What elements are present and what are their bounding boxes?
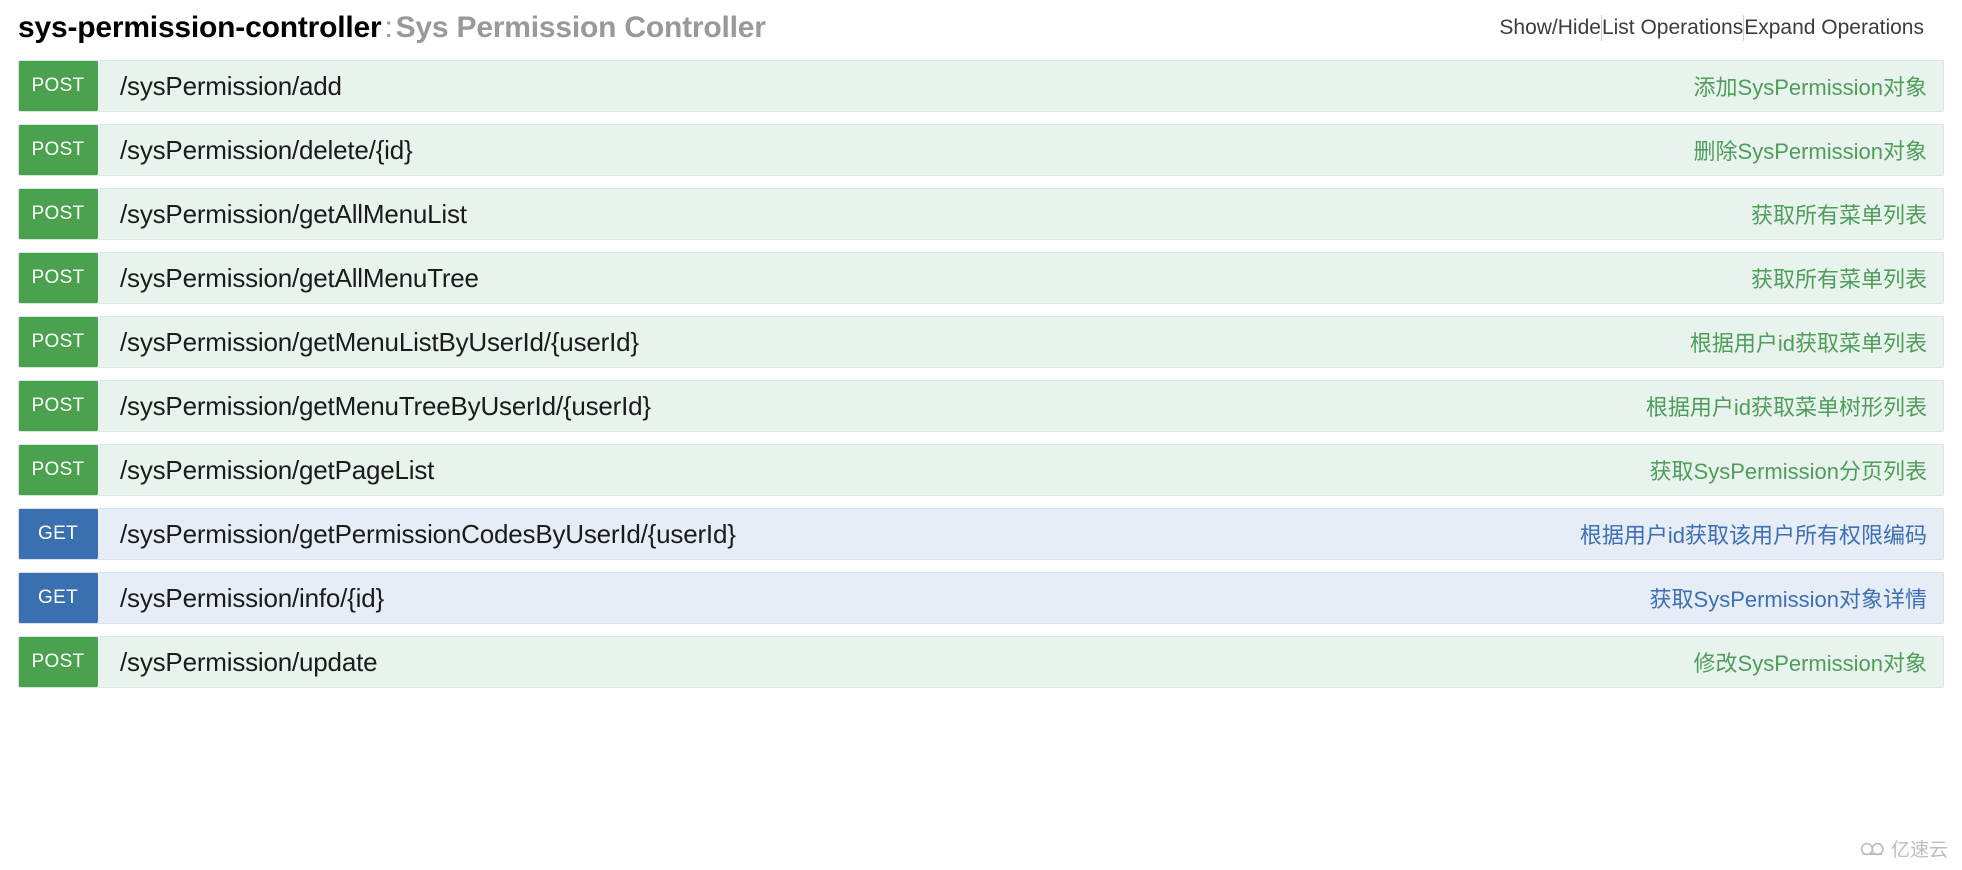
endpoint-row[interactable]: GET /sysPermission/info/{id} 获取SysPermis… (18, 572, 1944, 624)
endpoint-description: 根据用户id获取菜单树形列表 (1646, 381, 1943, 431)
show-hide-link[interactable]: Show/Hide (1499, 16, 1601, 40)
http-method-badge[interactable]: POST (18, 380, 98, 432)
http-method-badge[interactable]: GET (18, 508, 98, 560)
controller-name-link[interactable]: sys-permission-controller (18, 11, 381, 44)
endpoint-path[interactable]: /sysPermission/getAllMenuTree (98, 253, 1751, 303)
endpoint-description: 获取所有菜单列表 (1751, 189, 1943, 239)
endpoint-path[interactable]: /sysPermission/info/{id} (98, 573, 1650, 623)
endpoint-description: 添加SysPermission对象 (1694, 61, 1943, 111)
endpoint-row[interactable]: POST /sysPermission/getPageList 获取SysPer… (18, 444, 1944, 496)
watermark-label: 亿速云 (1891, 835, 1948, 862)
http-method-badge[interactable]: POST (18, 444, 98, 496)
endpoint-description: 根据用户id获取菜单列表 (1690, 317, 1943, 367)
endpoint-row[interactable]: POST /sysPermission/getAllMenuList 获取所有菜… (18, 188, 1944, 240)
endpoint-row[interactable]: POST /sysPermission/update 修改SysPermissi… (18, 636, 1944, 688)
endpoint-path[interactable]: /sysPermission/update (98, 637, 1694, 687)
endpoint-row[interactable]: POST /sysPermission/add 添加SysPermission对… (18, 60, 1944, 112)
watermark: 亿速云 (1860, 835, 1948, 862)
controller-description: Sys Permission Controller (396, 11, 766, 44)
option-list-operations[interactable]: List Operations (1602, 16, 1743, 40)
endpoint-row[interactable]: GET /sysPermission/getPermissionCodesByU… (18, 508, 1944, 560)
endpoint-description: 获取SysPermission分页列表 (1650, 445, 1943, 495)
endpoint-list: POST /sysPermission/add 添加SysPermission对… (0, 60, 1962, 688)
endpoint-row[interactable]: POST /sysPermission/getAllMenuTree 获取所有菜… (18, 252, 1944, 304)
endpoint-path[interactable]: /sysPermission/getPermissionCodesByUserI… (98, 509, 1580, 559)
http-method-badge[interactable]: GET (18, 572, 98, 624)
expand-operations-link[interactable]: Expand Operations (1744, 16, 1924, 40)
cloud-icon (1860, 840, 1886, 857)
endpoint-path[interactable]: /sysPermission/getMenuListByUserId/{user… (98, 317, 1690, 367)
endpoint-row[interactable]: POST /sysPermission/getMenuListByUserId/… (18, 316, 1944, 368)
http-method-badge[interactable]: POST (18, 636, 98, 688)
endpoint-description: 获取SysPermission对象详情 (1650, 573, 1943, 623)
option-expand-operations[interactable]: Expand Operations (1744, 16, 1924, 40)
endpoint-path[interactable]: /sysPermission/add (98, 61, 1694, 111)
endpoint-row[interactable]: POST /sysPermission/delete/{id} 删除SysPer… (18, 124, 1944, 176)
page-title: sys-permission-controller:Sys Permission… (18, 11, 766, 45)
option-show-hide[interactable]: Show/Hide (1499, 16, 1601, 40)
api-resource-sys-permission-controller: sys-permission-controller:Sys Permission… (0, 0, 1962, 688)
endpoint-path[interactable]: /sysPermission/getMenuTreeByUserId/{user… (98, 381, 1646, 431)
resource-options: Show/Hide List Operations Expand Operati… (1499, 15, 1924, 41)
endpoint-description: 获取所有菜单列表 (1751, 253, 1943, 303)
list-operations-link[interactable]: List Operations (1602, 16, 1743, 40)
endpoint-description: 删除SysPermission对象 (1694, 125, 1943, 175)
resource-header: sys-permission-controller:Sys Permission… (0, 0, 1962, 60)
http-method-badge[interactable]: POST (18, 188, 98, 240)
endpoint-path[interactable]: /sysPermission/getPageList (98, 445, 1650, 495)
http-method-badge[interactable]: POST (18, 316, 98, 368)
endpoint-description: 修改SysPermission对象 (1694, 637, 1943, 687)
http-method-badge[interactable]: POST (18, 252, 98, 304)
http-method-badge[interactable]: POST (18, 60, 98, 112)
endpoint-path[interactable]: /sysPermission/getAllMenuList (98, 189, 1751, 239)
http-method-badge[interactable]: POST (18, 124, 98, 176)
endpoint-description: 根据用户id获取该用户所有权限编码 (1580, 509, 1943, 559)
endpoint-row[interactable]: POST /sysPermission/getMenuTreeByUserId/… (18, 380, 1944, 432)
title-separator: : (381, 11, 395, 44)
endpoint-path[interactable]: /sysPermission/delete/{id} (98, 125, 1694, 175)
